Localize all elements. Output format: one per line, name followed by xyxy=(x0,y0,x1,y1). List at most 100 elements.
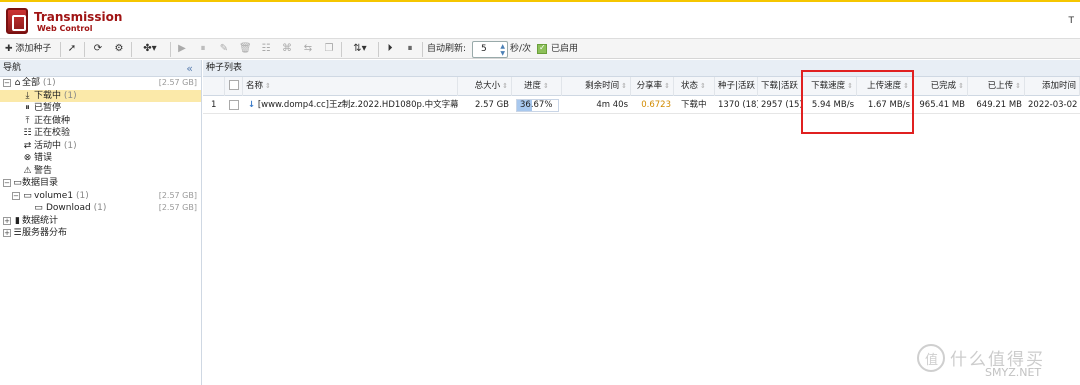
torrent-ratio: 0.6723 xyxy=(641,100,671,110)
column-seeds[interactable]: 种子|活跃 xyxy=(715,77,758,96)
toolbar-divider xyxy=(341,42,342,57)
nav-item-paused[interactable]: ⏸ 已暂停 xyxy=(0,102,201,115)
column-ratio[interactable]: 分享率 ⇕ xyxy=(631,77,674,96)
nav-item-label: 数据统计 xyxy=(22,215,59,226)
tree-toggle-icon[interactable]: − xyxy=(12,191,20,200)
nav-item-all[interactable]: − ⌂ 全部 (1) [2.57 GB] xyxy=(0,77,201,90)
nav-item-downloading[interactable]: ⤓ 下载中 (1) xyxy=(0,89,201,102)
column-peers[interactable]: 下载|活跃 xyxy=(758,77,802,96)
nav-item-label: 活动中 xyxy=(34,140,62,151)
pause-all-icon[interactable]: ⏸ xyxy=(404,43,416,55)
nav-item-volume1[interactable]: − ▭ volume1 (1) [2.57 GB] xyxy=(0,190,201,203)
tree-toggle-icon[interactable]: + xyxy=(3,216,11,225)
column-remaining[interactable]: 剩余时间 ⇕ xyxy=(562,77,631,96)
column-completed[interactable]: 已完成 ⇕ xyxy=(913,77,968,96)
table-row[interactable]: 1 ↓ [www.domp4.cc]王z制z.2022.HD1080p.中文字幕… xyxy=(203,97,1080,114)
download-icon: ⤓ xyxy=(25,90,30,101)
collapse-icon[interactable]: « xyxy=(186,60,193,77)
auto-refresh-checkbox[interactable] xyxy=(537,43,547,54)
tree-toggle-icon[interactable]: − xyxy=(3,79,11,87)
torrent-name[interactable]: ↓ [www.domp4.cc]王z制z.2022.HD1080p.中文字幕. xyxy=(245,97,458,114)
column-uploaded[interactable]: 已上传 ⇕ xyxy=(968,77,1025,96)
refresh-interval-stepper[interactable]: 5 ▲ ▼ xyxy=(472,41,508,58)
sort-icon: ⇕ xyxy=(700,82,706,90)
activity-icon: ⇄ xyxy=(23,140,32,151)
stepper-arrows-icon[interactable]: ▲ ▼ xyxy=(500,43,505,57)
tree-toggle-icon[interactable]: − xyxy=(3,179,11,187)
plus-icon: ✚ xyxy=(5,44,13,54)
start-icon[interactable]: ▶ xyxy=(176,43,188,55)
nav-item-seeding[interactable]: ⤒ 正在做种 xyxy=(0,115,201,128)
move-icon[interactable]: ⇆ xyxy=(302,43,314,55)
copy-icon[interactable]: ❐ xyxy=(323,43,335,55)
pause-icon[interactable]: ⏸ xyxy=(197,43,209,55)
app-subtitle: Web Control xyxy=(37,24,93,33)
enabled-label: 已启用 xyxy=(551,44,579,54)
column-status[interactable]: 状态 ⇕ xyxy=(674,77,715,96)
torrent-peers: 2957 (15) xyxy=(761,100,802,110)
start-all-icon[interactable]: ⏵ xyxy=(384,43,396,55)
gear-icon[interactable]: ⚙ xyxy=(113,43,125,55)
torrent-grid-header: 名称 ⇕ 总大小 ⇕ 进度 ⇕ 剩余时间 ⇕ 分享率 ⇕ 状态 ⇕ 种子|活跃 下载|活跃 … xyxy=(203,77,1080,96)
torrent-status: 下载中 xyxy=(681,100,707,110)
nav-item-count: (1) xyxy=(42,78,56,88)
sort-icon: ⇕ xyxy=(1015,82,1021,90)
reload-icon[interactable]: ⟳ xyxy=(92,43,104,55)
column-progress[interactable]: 进度 ⇕ xyxy=(512,77,562,96)
nav-item-statistics[interactable]: + ▮ 数据统计 xyxy=(0,215,201,228)
row-index: 1 xyxy=(211,100,217,110)
progress-text: 36.67% xyxy=(520,100,553,110)
nav-item-download-folder[interactable]: ▭ Download (1) [2.57 GB] xyxy=(0,202,201,215)
nav-item-label: Download xyxy=(46,203,91,213)
error-icon: ⊗ xyxy=(23,153,32,163)
nav-item-data-directory[interactable]: − ▭ 数据目录 xyxy=(0,177,201,190)
nav-item-label: 全部 xyxy=(22,78,41,88)
nav-item-active[interactable]: ⇄ 活动中 (1) xyxy=(0,140,201,153)
edit-icon[interactable]: ✎ xyxy=(218,43,230,55)
sort-menu-icon[interactable]: ⇅▾ xyxy=(348,43,372,55)
toolbar-divider xyxy=(378,42,379,57)
nav-item-error[interactable]: ⊗ 错误 xyxy=(0,152,201,165)
select-all-checkbox[interactable] xyxy=(229,80,239,90)
nav-item-checking[interactable]: ☷ 正在校验 xyxy=(0,127,201,140)
torrent-uploaded: 649.21 MB xyxy=(976,100,1022,110)
torrent-added: 2022-03-02 xyxy=(1028,100,1078,110)
nav-item-label: 数据目录 xyxy=(22,178,59,188)
nav-item-label: 正在做种 xyxy=(34,115,71,126)
folder-icon: ▭ xyxy=(34,203,43,213)
app-title: Transmission xyxy=(34,10,123,24)
sort-icon: ⇕ xyxy=(543,82,549,90)
header-right-text: T xyxy=(1068,16,1075,26)
nav-item-size: [2.57 GB] xyxy=(158,203,197,212)
bar-chart-icon: ▮ xyxy=(15,215,20,226)
toolbar-divider xyxy=(60,42,61,57)
nav-item-label: 已暂停 xyxy=(34,103,62,113)
nav-item-label: 下载中 xyxy=(34,90,62,101)
nav-item-servers[interactable]: + ☰ 服务器分布 xyxy=(0,227,201,240)
toolbar: ✚ 添加种子 ➚ ⟳ ⚙ ✤▾ ▶ ⏸ ✎ 🗑 ☷ ⌘ ⇆ ❐ ⇅▾ ⏵ ⏸ 自… xyxy=(0,38,1080,59)
row-checkbox[interactable] xyxy=(229,100,239,110)
plugin-menu-icon[interactable]: ✤▾ xyxy=(138,43,162,55)
nav-item-label: 警告 xyxy=(34,165,53,176)
torrent-seeds: 1370 (18) xyxy=(718,100,758,110)
column-select-all[interactable] xyxy=(225,77,243,96)
nav-item-count: (1) xyxy=(75,190,89,201)
delete-icon[interactable]: 🗑 xyxy=(239,43,252,55)
folder-icon: ▭ xyxy=(13,178,22,188)
refresh-interval-value: 5 xyxy=(481,44,487,54)
pause-icon: ⏸ xyxy=(25,103,30,113)
column-size[interactable]: 总大小 ⇕ xyxy=(458,77,512,96)
tracker-icon[interactable]: ⌘ xyxy=(281,43,293,55)
tree-toggle-icon[interactable]: + xyxy=(3,229,11,237)
rocket-icon[interactable]: ➚ xyxy=(66,43,78,55)
watermark-site: SMYZ.NET xyxy=(985,366,1042,379)
verify-icon[interactable]: ☷ xyxy=(260,43,272,55)
watermark-logo xyxy=(917,344,945,372)
torrent-size: 2.57 GB xyxy=(474,100,509,110)
column-added[interactable]: 添加时间 xyxy=(1025,77,1080,96)
add-torrent-button[interactable]: ✚ 添加种子 xyxy=(5,42,51,57)
server-icon: ☰ xyxy=(13,228,22,238)
column-name[interactable]: 名称 ⇕ xyxy=(243,77,458,96)
nav-item-warning[interactable]: ⚠ 警告 xyxy=(0,165,201,178)
torrent-list-panel: 种子列表 名称 ⇕ 总大小 ⇕ 进度 ⇕ 剩余时间 ⇕ 分享率 ⇕ 状态 ⇕ 种子|活跃 下… xyxy=(203,60,1080,385)
